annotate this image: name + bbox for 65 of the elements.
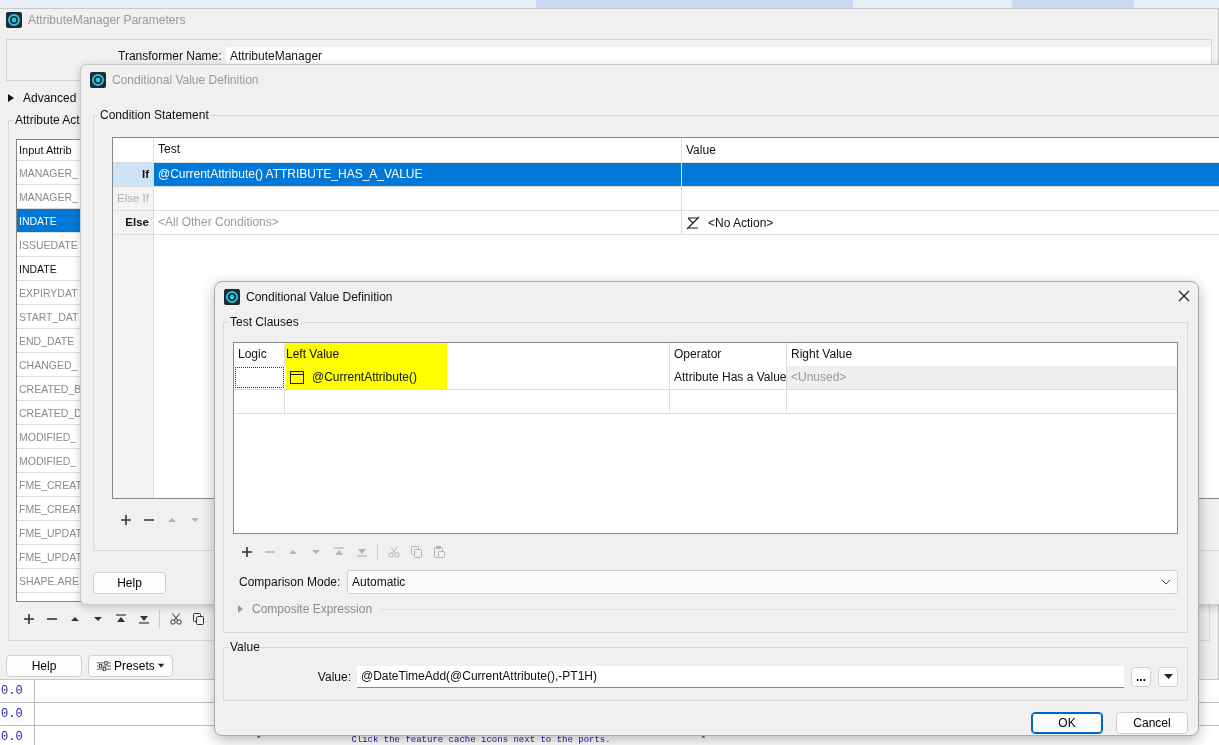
field-label: Transformer Name: xyxy=(118,49,223,63)
close-button[interactable] xyxy=(1178,290,1190,302)
move-to-top-icon xyxy=(114,613,127,625)
plus-icon xyxy=(119,514,132,526)
move-to-bottom-icon xyxy=(355,546,368,558)
app-logo-icon xyxy=(224,289,240,305)
app-logo-icon xyxy=(90,72,106,88)
group-title: Value xyxy=(229,640,261,654)
value-field[interactable]: @DateTimeAdd(@CurrentAttribute(),-PT1H) xyxy=(357,666,1124,688)
scissors-icon xyxy=(387,546,400,558)
value-text: <No Action> xyxy=(708,215,774,230)
presets-button[interactable]: Presets xyxy=(88,655,173,677)
caret-icon xyxy=(157,663,164,669)
triangle-icon xyxy=(236,605,244,613)
sliders-icon xyxy=(97,660,112,672)
row-label: Else If xyxy=(113,187,154,210)
column-header: Right Value xyxy=(790,346,854,363)
line-value: 0.0 xyxy=(0,726,35,745)
comment-mark: * xyxy=(256,736,262,745)
test-expression: <All Other Conditions> xyxy=(158,215,279,229)
column-header: Operator xyxy=(670,343,787,366)
comparison-mode-dropdown[interactable]: Automatic xyxy=(347,570,1178,594)
help-button[interactable]: Help xyxy=(93,572,166,594)
copy-icon xyxy=(410,546,423,558)
test-expression: @CurrentAttribute() ATTRIBUTE_HAS_A_VALUE xyxy=(158,167,423,181)
ok-button[interactable]: OK xyxy=(1031,712,1103,734)
plus-icon xyxy=(240,546,253,558)
line-value: 0.0 xyxy=(0,703,35,725)
field-label: Comparison Mode: xyxy=(238,575,342,589)
column-header: Value xyxy=(685,142,717,159)
group-title: Attribute Act xyxy=(14,113,81,127)
app-logo-icon xyxy=(6,12,22,28)
column-header: Left Value xyxy=(285,343,670,366)
close-icon xyxy=(1178,290,1190,302)
plus-icon xyxy=(22,613,35,625)
row-label: If xyxy=(113,163,154,186)
condition-row[interactable]: If @CurrentAttribute() ATTRIBUTE_HAS_A_VALUE xyxy=(113,163,1219,187)
row-label: Else xyxy=(113,211,154,234)
chevron-down-icon xyxy=(1161,579,1171,585)
field-label: Value: xyxy=(316,670,351,684)
window-title: Conditional Value Definition xyxy=(246,290,393,304)
clipboard-icon xyxy=(433,546,446,558)
browse-button[interactable]: ... xyxy=(1131,667,1151,687)
column-header: Test xyxy=(154,138,682,162)
panel-icon xyxy=(290,371,304,384)
cancel-button[interactable]: Cancel xyxy=(1116,712,1188,734)
expander-toggle[interactable] xyxy=(7,94,15,102)
move-to-bottom-icon xyxy=(137,613,150,625)
group-title: Condition Statement xyxy=(99,108,210,122)
scissors-icon xyxy=(169,613,182,625)
logic-cell[interactable] xyxy=(235,367,284,388)
help-button[interactable]: Help xyxy=(6,655,82,677)
left-value-cell[interactable]: @CurrentAttribute() xyxy=(286,366,447,389)
window-title: AttributeManager Parameters xyxy=(28,13,186,27)
transformer-name-field[interactable]: AttributeManager xyxy=(226,47,1211,65)
condition-row[interactable]: Else <All Other Conditions> <No Action> xyxy=(113,211,1219,235)
comment-mark: * xyxy=(700,736,707,745)
copy-icon xyxy=(192,613,205,625)
section-label: Composite Expression xyxy=(252,602,373,616)
move-to-top-icon xyxy=(332,546,345,558)
triangle-icon xyxy=(7,94,15,102)
section-label: Advanced xyxy=(23,91,77,105)
menu-button[interactable] xyxy=(1158,667,1178,687)
window-title: Conditional Value Definition xyxy=(112,73,259,87)
group-title: Test Clauses xyxy=(229,315,300,329)
